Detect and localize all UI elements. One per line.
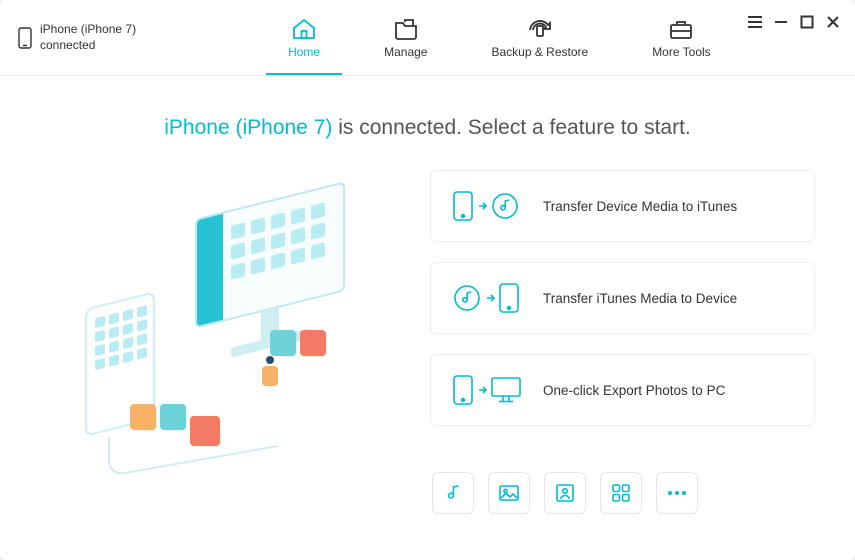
main-area: Transfer Device Media to iTunes Transfer… [40, 170, 815, 514]
window-controls [747, 14, 841, 30]
shortcut-apps[interactable] [600, 472, 642, 514]
shortcut-row [432, 472, 815, 514]
monitor-graphic [195, 200, 345, 348]
box-graphic [270, 330, 326, 356]
device-name: iPhone (iPhone 7) [40, 22, 136, 38]
tab-tools[interactable]: More Tools [638, 0, 724, 75]
content: iPhone (iPhone 7) is connected. Select a… [0, 76, 855, 514]
maximize-button[interactable] [799, 14, 815, 30]
toolbox-icon [668, 17, 694, 41]
menu-icon [748, 15, 762, 29]
topbar: iPhone (iPhone 7) connected Home Manage … [0, 0, 855, 76]
music-icon [444, 484, 462, 502]
box-graphic [130, 404, 186, 430]
headline: iPhone (iPhone 7) is connected. Select a… [40, 116, 815, 140]
feature-device-to-itunes[interactable]: Transfer Device Media to iTunes [430, 170, 815, 242]
headline-device: iPhone (iPhone 7) [164, 116, 332, 139]
box-graphic [190, 416, 220, 446]
menu-button[interactable] [747, 14, 763, 30]
tab-tools-label: More Tools [652, 45, 710, 59]
tab-home-label: Home [288, 45, 320, 59]
tab-backup[interactable]: Backup & Restore [477, 0, 602, 75]
apps-icon [612, 484, 630, 502]
device-status-text: connected [40, 38, 136, 54]
person-graphic [256, 356, 284, 394]
person-icon [556, 484, 574, 502]
close-button[interactable] [825, 14, 841, 30]
arrow-right-icon [477, 385, 487, 395]
feature-itunes-to-device[interactable]: Transfer iTunes Media to Device [430, 262, 815, 334]
home-icon [291, 17, 317, 41]
shortcut-music[interactable] [432, 472, 474, 514]
close-icon [826, 15, 840, 29]
backup-icon [525, 17, 555, 41]
feature-label: One-click Export Photos to PC [543, 383, 725, 398]
illustration [60, 170, 400, 460]
arrow-right-icon [485, 293, 495, 303]
itunes-to-device-icon [453, 283, 521, 313]
feature-label: Transfer iTunes Media to Device [543, 291, 737, 306]
feature-export-photos[interactable]: One-click Export Photos to PC [430, 354, 815, 426]
app-window: iPhone (iPhone 7) connected Home Manage … [0, 0, 855, 560]
minimize-icon [774, 15, 788, 29]
tab-manage[interactable]: Manage [370, 0, 441, 75]
maximize-icon [800, 15, 814, 29]
tab-home[interactable]: Home [274, 0, 334, 75]
more-icon [667, 490, 687, 496]
device-to-itunes-icon [453, 191, 521, 221]
tabs: Home Manage Backup & Restore More Tools [274, 0, 725, 75]
device-status: iPhone (iPhone 7) connected [0, 22, 154, 53]
shortcut-contacts[interactable] [544, 472, 586, 514]
folder-icon [393, 17, 419, 41]
shortcut-pictures[interactable] [488, 472, 530, 514]
tab-backup-label: Backup & Restore [491, 45, 588, 59]
feature-label: Transfer Device Media to iTunes [543, 199, 737, 214]
arrow-right-icon [477, 201, 487, 211]
minimize-button[interactable] [773, 14, 789, 30]
feature-list: Transfer Device Media to iTunes Transfer… [430, 170, 815, 514]
picture-icon [499, 485, 519, 501]
phone-icon [18, 27, 32, 49]
shortcut-more[interactable] [656, 472, 698, 514]
tab-manage-label: Manage [384, 45, 427, 59]
headline-text: is connected. Select a feature to start. [338, 116, 691, 139]
export-photos-icon [453, 375, 521, 405]
